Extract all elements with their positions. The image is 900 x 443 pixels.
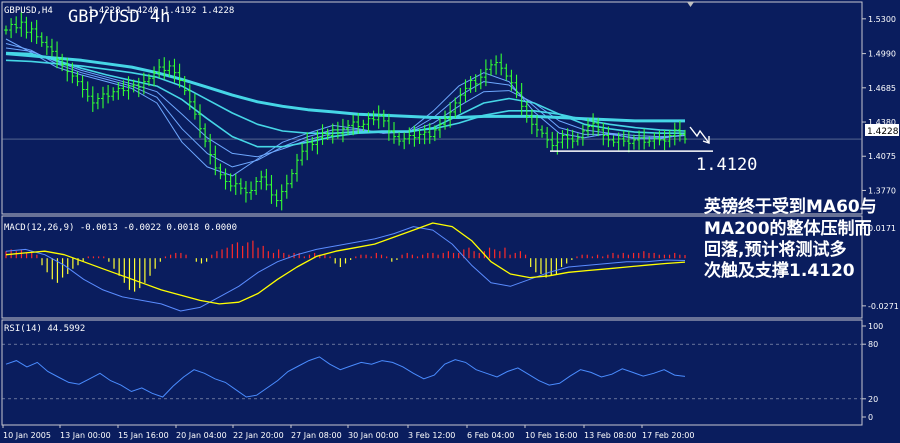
x-tick-label: 17 Feb 20:00 — [642, 431, 694, 440]
support-label: 1.4120 — [696, 155, 757, 175]
annotation-line-3: 回落,预计将测试多 — [704, 239, 846, 260]
x-tick-label: 20 Jan 04:00 — [176, 431, 227, 440]
x-tick-label: 10 Feb 16:00 — [525, 431, 577, 440]
rsi-line-group — [5, 356, 686, 398]
annotation-line-4: 次触及支撑1.4120 — [704, 260, 855, 281]
macd-label: MACD(12,26,9) -0.0013 -0.0022 0.0018 0.0… — [4, 223, 237, 233]
x-tick-label: 10 Jan 2005 — [3, 431, 51, 440]
annotation-line-1: 英镑终于受到MA60与 — [704, 196, 877, 217]
x-tick-label: 6 Feb 04:00 — [467, 431, 514, 440]
rsi-tick-label: 80 — [868, 340, 878, 349]
price-tick-label: 1.5300 — [868, 15, 896, 24]
x-tick-label: 13 Feb 08:00 — [584, 431, 636, 440]
moving-averages — [5, 38, 686, 177]
panel-frame-0 — [1, 1, 863, 215]
down-arrow-marker-icon — [689, 126, 710, 144]
price-tick-label: 1.4075 — [868, 152, 896, 161]
chart-root: 1.53001.49901.46851.43801.40751.3770 0.0… — [1, 1, 899, 440]
time-axis: 10 Jan 2005 13 Jan 00:00 15 Jan 16:00 20 Ja… — [2, 425, 694, 440]
price-candles — [4, 12, 687, 211]
collapse-arrow-icon[interactable] — [687, 2, 694, 7]
price-tick-label: 1.4990 — [868, 50, 896, 59]
moving-average-line — [5, 38, 686, 177]
x-tick-label: 27 Jan 08:00 — [291, 431, 342, 440]
last-price-label: 1.4228 — [867, 127, 899, 137]
x-tick-label: 13 Jan 00:00 — [60, 431, 111, 440]
x-tick-label: 30 Jan 00:00 — [348, 431, 399, 440]
rsi-tick-label: 0 — [868, 413, 873, 422]
rsi-tick-label: 20 — [868, 395, 878, 404]
price-tick-label: 1.4685 — [868, 84, 896, 93]
annotation-block: 英镑终于受到MA60与 MA200的整体压制而 回落,预计将测试多 次触及支撑1… — [704, 196, 877, 281]
rsi-tick-label: 100 — [868, 322, 883, 331]
last-price-tag: 1.4228 — [865, 124, 899, 137]
macd-tick-label: 0.0171 — [868, 224, 896, 233]
price-tick-label: 1.3770 — [868, 186, 896, 195]
moving-average-line — [5, 43, 686, 168]
panel-frame-2 — [1, 319, 863, 426]
chart-title: GBP/USD 4h — [68, 7, 170, 27]
x-tick-label: 22 Jan 20:00 — [233, 431, 284, 440]
rsi-axis: 100 80 20 0 — [2, 322, 883, 422]
rsi-label: RSI(14) 44.5992 — [4, 324, 85, 334]
symbol-label: GBPUSD,H4 — [4, 6, 53, 16]
macd-lines — [5, 222, 686, 312]
x-tick-label: 3 Feb 12:00 — [408, 431, 455, 440]
macd-main-line — [5, 226, 686, 312]
x-tick-label: 15 Jan 16:00 — [118, 431, 169, 440]
price-axis: 1.53001.49901.46851.43801.40751.3770 — [2, 15, 896, 195]
rsi-line — [5, 356, 686, 398]
macd-tick-label: -0.0271 — [868, 302, 899, 311]
annotation-line-2: MA200的整体压制而 — [704, 218, 872, 239]
